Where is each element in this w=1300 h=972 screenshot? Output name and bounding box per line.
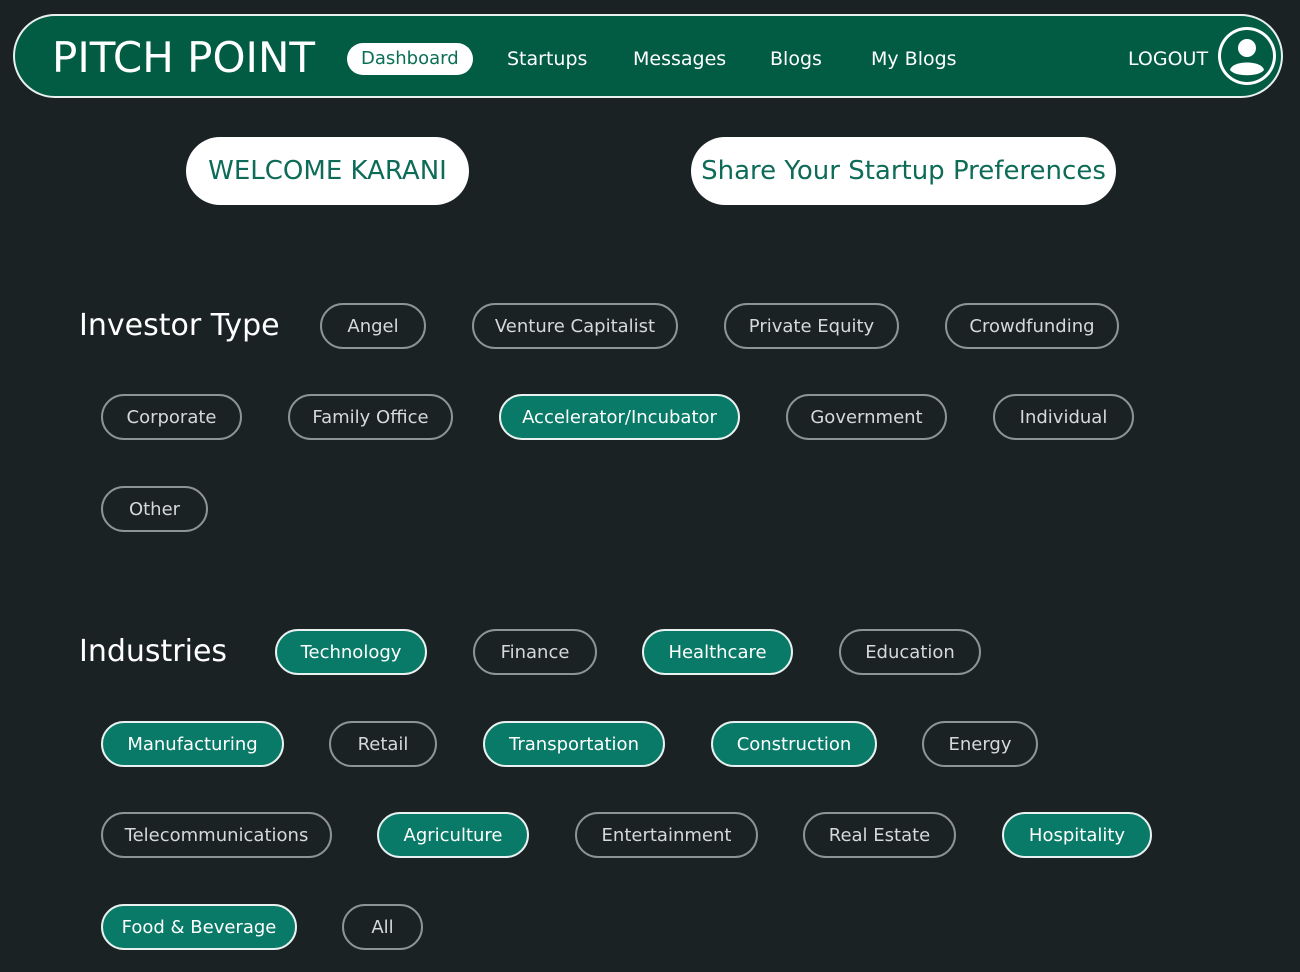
nav-dashboard[interactable]: Dashboard [347, 43, 473, 75]
chip-individual[interactable]: Individual [993, 394, 1134, 440]
user-circle-icon[interactable] [1218, 27, 1276, 85]
nav-messages[interactable]: Messages [633, 43, 726, 75]
chip-all[interactable]: All [342, 904, 423, 950]
chip-angel[interactable]: Angel [320, 303, 426, 349]
chip-hospitality[interactable]: Hospitality [1002, 812, 1152, 858]
chip-energy[interactable]: Energy [922, 721, 1038, 767]
share-preferences-heading: Share Your Startup Preferences [691, 137, 1116, 205]
chip-private-equity[interactable]: Private Equity [724, 303, 899, 349]
chip-healthcare[interactable]: Healthcare [642, 629, 793, 675]
chip-telecommunications[interactable]: Telecommunications [101, 812, 332, 858]
chip-manufacturing[interactable]: Manufacturing [101, 721, 284, 767]
nav-startups[interactable]: Startups [507, 43, 587, 75]
chip-retail[interactable]: Retail [329, 721, 437, 767]
investor-type-title: Investor Type [79, 308, 280, 343]
chip-corporate[interactable]: Corporate [101, 394, 242, 440]
logout-button[interactable]: LOGOUT [1128, 43, 1208, 75]
welcome-banner: WELCOME KARANI [186, 137, 469, 205]
chip-other[interactable]: Other [101, 486, 208, 532]
chip-agriculture[interactable]: Agriculture [377, 812, 529, 858]
nav-my-blogs[interactable]: My Blogs [871, 43, 957, 75]
chip-crowdfunding[interactable]: Crowdfunding [945, 303, 1119, 349]
chip-accelerator-incubator[interactable]: Accelerator/Incubator [499, 394, 740, 440]
chip-technology[interactable]: Technology [275, 629, 427, 675]
chip-real-estate[interactable]: Real Estate [803, 812, 956, 858]
nav-blogs[interactable]: Blogs [770, 43, 822, 75]
top-navbar: PITCH POINT Dashboard Startups Messages … [13, 14, 1283, 98]
chip-venture-capitalist[interactable]: Venture Capitalist [472, 303, 678, 349]
chip-finance[interactable]: Finance [473, 629, 597, 675]
chip-construction[interactable]: Construction [711, 721, 877, 767]
chip-family-office[interactable]: Family Office [288, 394, 453, 440]
industries-title: Industries [79, 634, 228, 669]
chip-transportation[interactable]: Transportation [483, 721, 665, 767]
chip-food-beverage[interactable]: Food & Beverage [101, 904, 297, 950]
chip-government[interactable]: Government [786, 394, 947, 440]
chip-education[interactable]: Education [839, 629, 981, 675]
brand-logo: PITCH POINT [52, 33, 316, 82]
chip-entertainment[interactable]: Entertainment [575, 812, 758, 858]
